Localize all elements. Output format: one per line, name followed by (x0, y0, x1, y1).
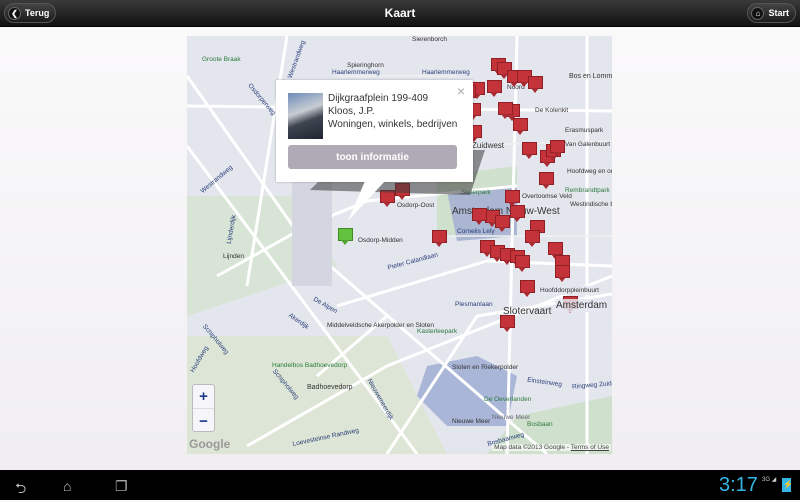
close-icon[interactable]: × (457, 83, 465, 99)
show-info-button[interactable]: toon informatie (288, 145, 457, 169)
map-attribution: Map data ©2013 Google - Terms of Use (492, 444, 611, 451)
google-logo: Google (189, 437, 231, 451)
zoom-out-button[interactable]: − (193, 409, 214, 433)
popup-address: Dijkgraafplein 199-409 (328, 93, 429, 104)
terms-link[interactable]: Terms of Use (571, 444, 609, 451)
popup-architect: Kloos, J.P. (328, 106, 375, 117)
zoom-control: + − (192, 384, 215, 432)
info-window: Dijkgraafplein 199-409 Kloos, J.P. Wonin… (276, 80, 473, 182)
zoom-in-button[interactable]: + (193, 385, 214, 409)
back-icon[interactable]: ⮌ (15, 478, 26, 502)
home-icon[interactable]: ⌂ (63, 478, 71, 494)
building-thumbnail[interactable] (288, 93, 323, 139)
signal-icon: 3G ◢ (762, 477, 777, 483)
selected-marker[interactable] (338, 228, 353, 246)
attribution-text: Map data ©2013 Google (494, 444, 566, 451)
clock: 3:17 (719, 474, 758, 496)
map-label: Amsterdam (555, 299, 609, 312)
system-nav-bar: ⮌ ⌂ ❐ (0, 470, 800, 500)
network-type: 3G (762, 477, 771, 483)
recents-icon[interactable]: ❐ (115, 478, 128, 495)
battery-charging-icon: ⚡ (782, 478, 793, 492)
info-window-tail (348, 181, 385, 221)
popup-function: Woningen, winkels, bedrijven (328, 119, 458, 130)
popup-shadow (310, 150, 485, 195)
map-label: Hoofddorppleinbuurt (539, 286, 600, 295)
